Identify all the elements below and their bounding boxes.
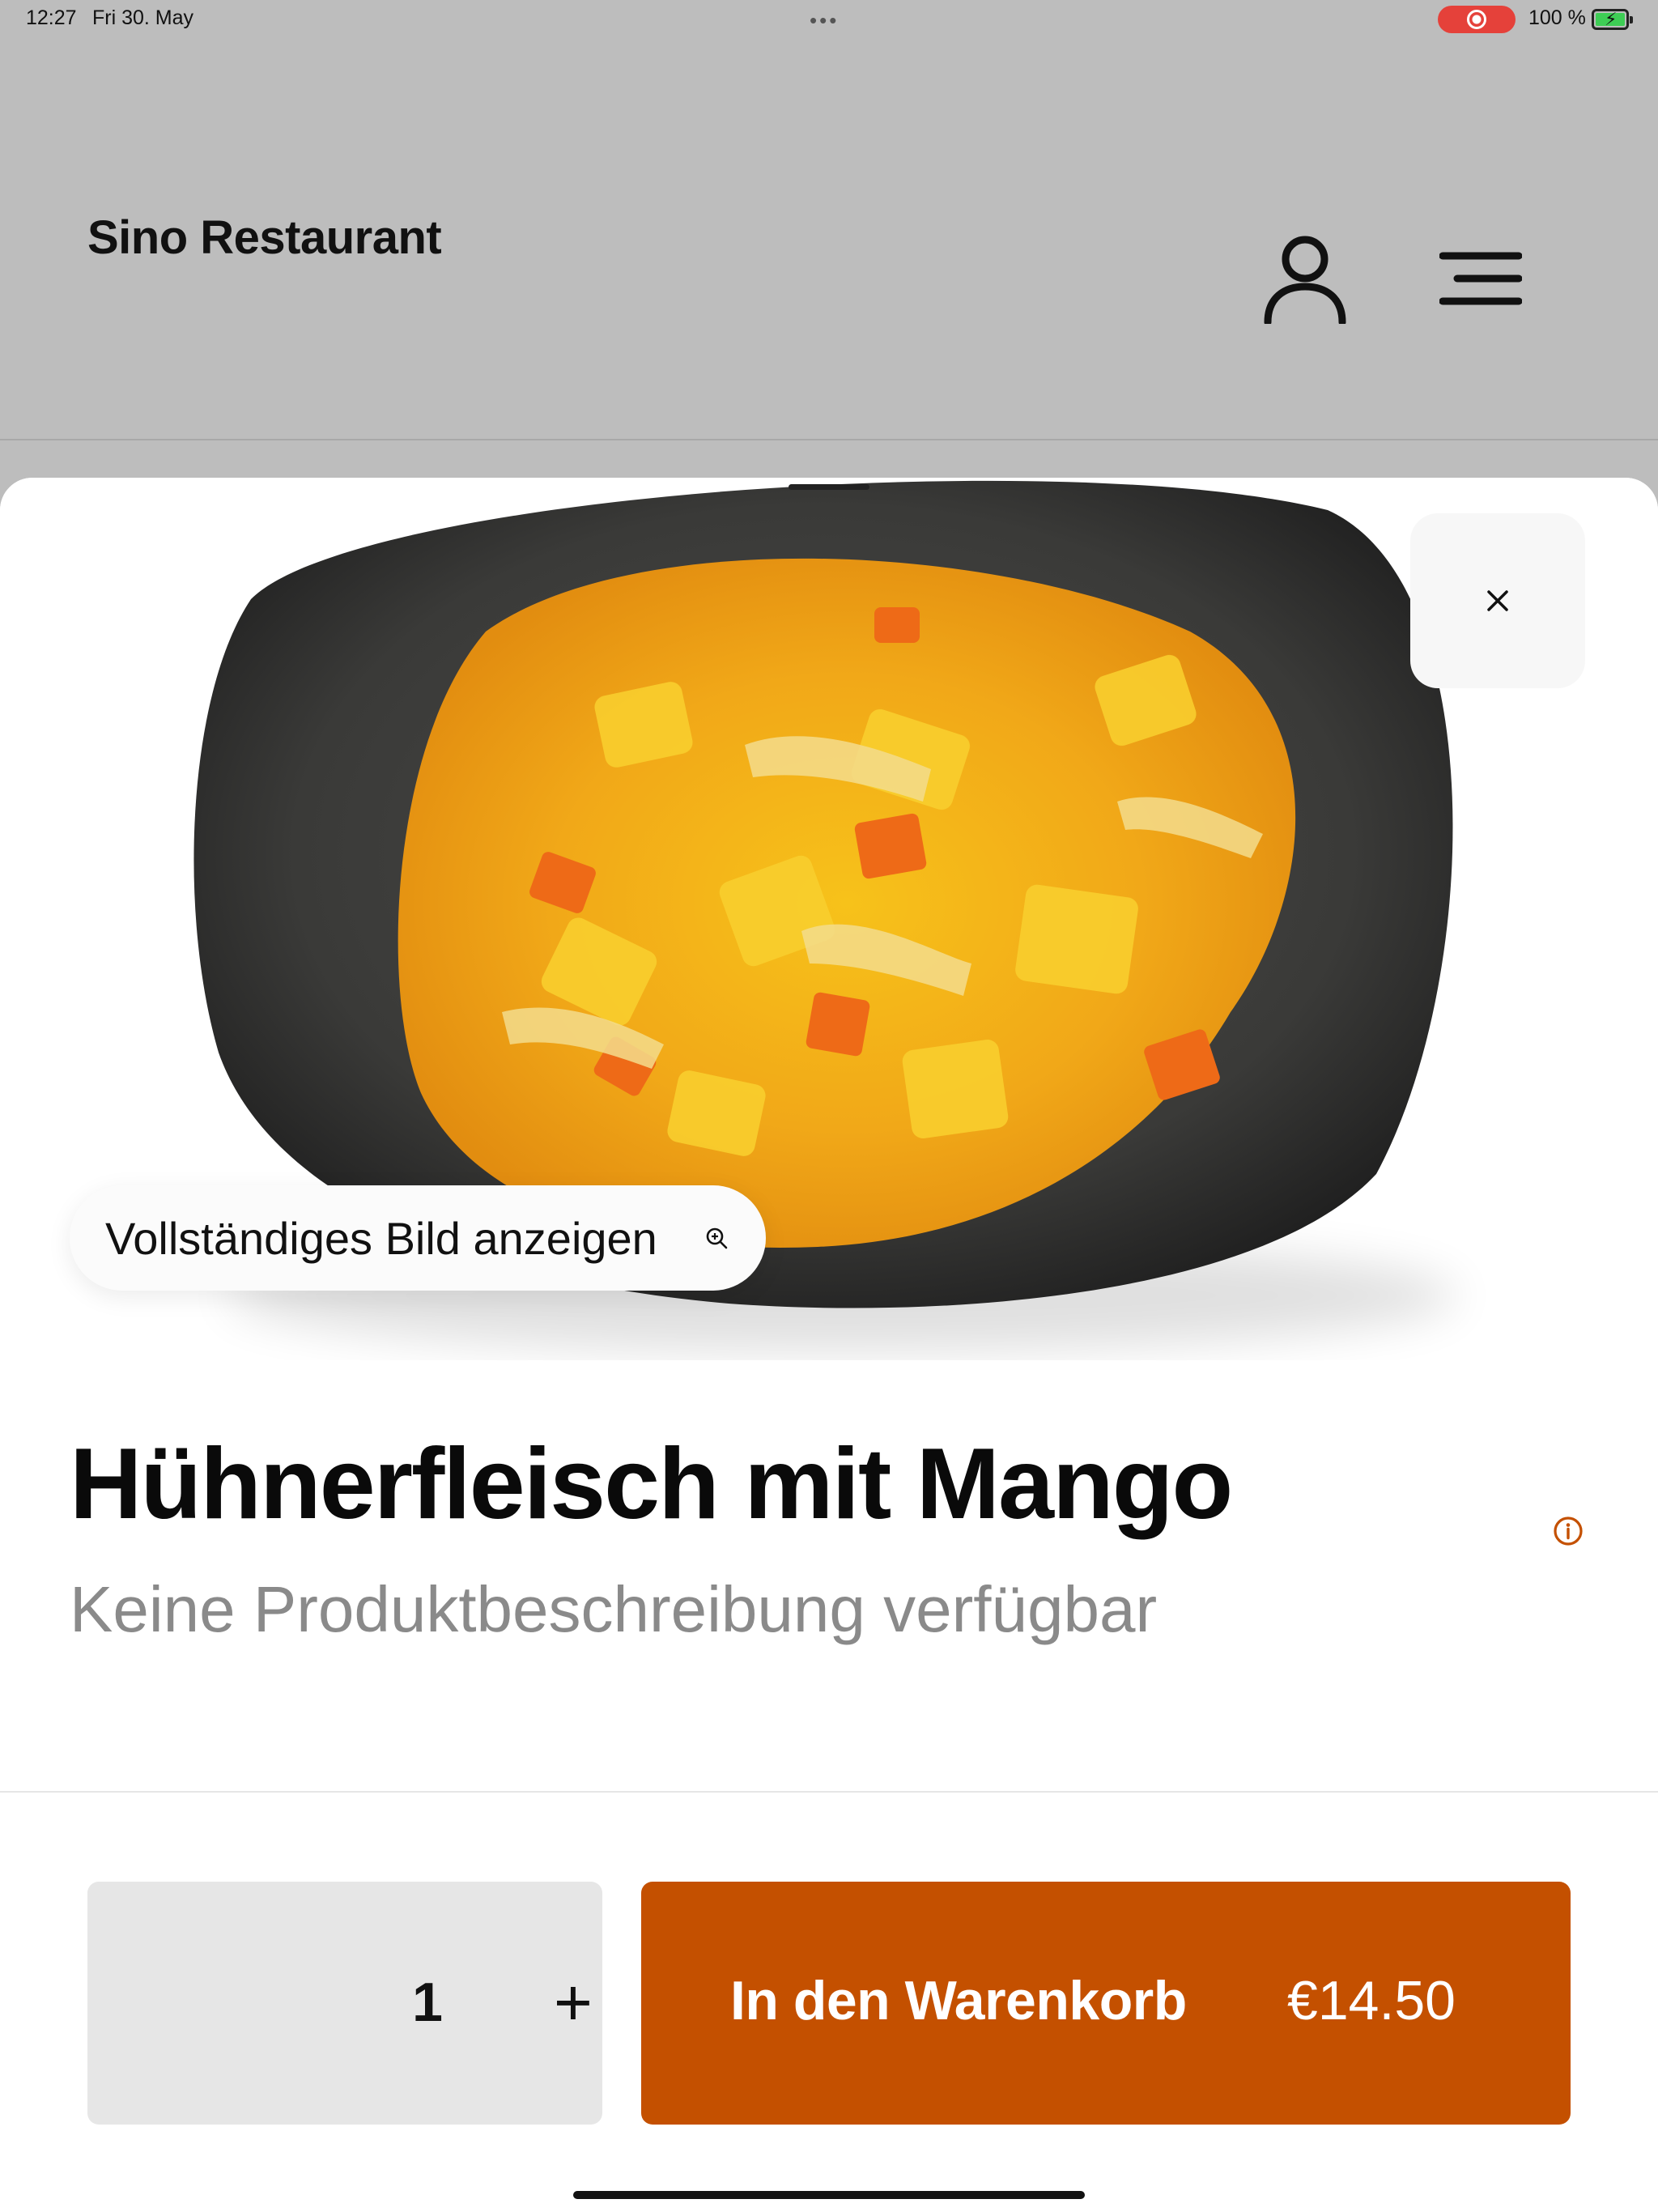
app-root: 12:27 Fri 30. May ••• 100 % ⚡ Sino Resta…: [0, 0, 1658, 2212]
status-bar: 12:27 Fri 30. May ••• 100 % ⚡: [0, 0, 1658, 39]
more-dots-icon[interactable]: •••: [810, 8, 839, 33]
status-date: Fri 30. May: [92, 6, 194, 29]
price-label: €14.50: [1287, 1970, 1456, 2031]
product-description: Keine Produktbeschreibung verfügbar: [70, 1573, 1158, 1645]
increment-button[interactable]: +: [541, 1955, 606, 2052]
close-button[interactable]: [1410, 513, 1585, 688]
user-icon[interactable]: [1263, 233, 1347, 324]
site-header: Sino Restaurant: [0, 39, 1658, 440]
sheet-grabber[interactable]: [789, 484, 869, 490]
status-time: 12:27: [26, 6, 77, 29]
quantity-stepper[interactable]: 1 +: [87, 1882, 602, 2125]
battery-percent: 100 %: [1528, 6, 1586, 29]
close-icon: [1487, 590, 1508, 611]
product-title: Hühnerfleisch mit Mango: [70, 1428, 1233, 1540]
quantity-value: 1: [412, 1972, 443, 2033]
product-sheet: Vollständiges Bild anzeigen Hühnerfleisc…: [0, 478, 1658, 2212]
view-full-image-label: Vollständiges Bild anzeigen: [105, 1212, 657, 1264]
add-to-cart-label: In den Warenkorb: [730, 1970, 1187, 2031]
screen-recording-icon[interactable]: [1438, 6, 1516, 33]
add-to-cart-button[interactable]: In den Warenkorb €14.50: [641, 1882, 1571, 2125]
hamburger-menu-icon[interactable]: [1439, 251, 1522, 306]
view-full-image-button[interactable]: Vollständiges Bild anzeigen: [70, 1185, 766, 1291]
zoom-in-icon: [706, 1227, 728, 1249]
battery-charging-icon: ⚡: [1592, 9, 1633, 30]
brand-name[interactable]: Sino Restaurant: [87, 211, 442, 265]
divider: [0, 1791, 1658, 1793]
home-indicator[interactable]: [573, 2191, 1085, 2199]
info-icon[interactable]: [1553, 1516, 1584, 1546]
